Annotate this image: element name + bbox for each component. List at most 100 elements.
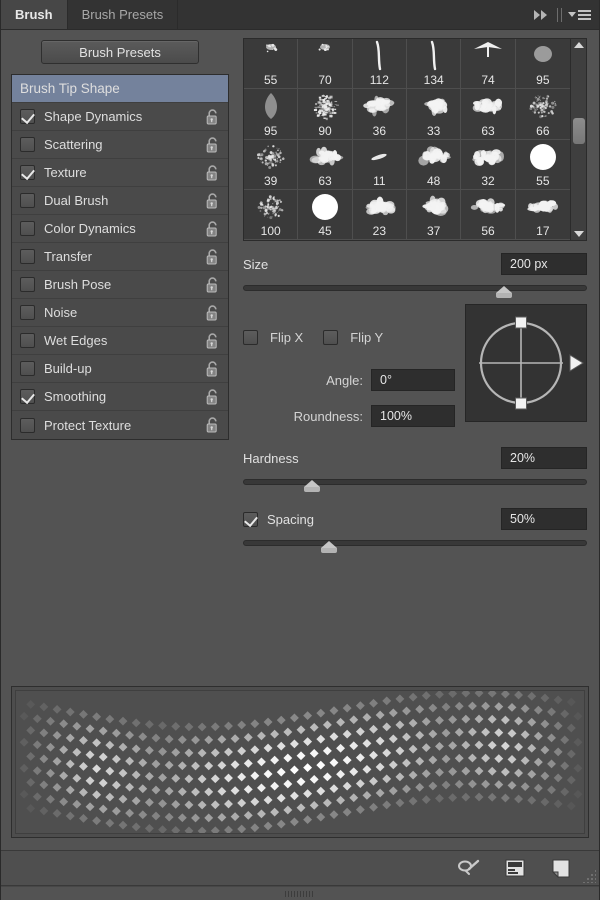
brush-preset-cell[interactable]: 90 <box>298 89 353 140</box>
sidebar-item-checkbox[interactable] <box>20 277 35 292</box>
spacing-slider-track[interactable] <box>243 540 587 546</box>
brush-preset-cell[interactable]: 36 <box>352 89 407 140</box>
lock-open-icon[interactable] <box>206 388 220 405</box>
size-input[interactable]: 200 px <box>501 253 587 275</box>
sidebar-item-noise[interactable]: Noise <box>12 299 228 327</box>
brush-preset-cell[interactable]: 112 <box>352 39 407 90</box>
spacing-slider[interactable] <box>243 537 587 553</box>
lock-open-icon[interactable] <box>206 360 220 377</box>
sidebar-item-checkbox[interactable] <box>20 305 35 320</box>
brush-preset-cell[interactable]: 74 <box>461 39 516 90</box>
brush-preset-cell[interactable]: 55 <box>515 140 570 190</box>
brush-preset-cell[interactable]: 95 <box>244 89 299 140</box>
brush-thumbnail-stroke-thin <box>353 39 406 73</box>
sidebar-item-checkbox[interactable] <box>20 333 35 348</box>
sidebar-item-label: Noise <box>44 305 78 320</box>
spacing-input[interactable]: 50% <box>501 508 587 530</box>
sidebar-item-checkbox[interactable] <box>20 109 35 124</box>
sidebar-item-brush-tip-shape[interactable]: Brush Tip Shape <box>12 75 228 103</box>
brush-preset-cell[interactable]: 39 <box>244 139 299 190</box>
lock-open-icon[interactable] <box>206 248 220 265</box>
panel-menu-icon[interactable] <box>568 9 591 20</box>
double-chevron-right-icon[interactable] <box>533 8 551 22</box>
panel-header-controls <box>525 0 599 29</box>
flip-y-checkbox[interactable] <box>323 330 339 345</box>
sidebar-item-checkbox[interactable] <box>20 389 35 404</box>
brush-preset-cell[interactable]: 37 <box>406 189 462 240</box>
lock-open-icon[interactable] <box>206 220 220 237</box>
sidebar-item-brush-pose[interactable]: Brush Pose <box>12 271 228 299</box>
lock-open-icon[interactable] <box>206 164 220 181</box>
panel-drag-grip[interactable] <box>1 886 599 900</box>
sidebar-item-scattering[interactable]: Scattering <box>12 131 228 159</box>
size-slider-knob[interactable] <box>496 286 513 298</box>
brush-preset-cell[interactable]: 134 <box>406 39 462 90</box>
sidebar-item-color-dynamics[interactable]: Color Dynamics <box>12 215 228 243</box>
open-preset-manager-icon[interactable] <box>503 857 527 879</box>
sidebar-item-transfer[interactable]: Transfer <box>12 243 228 271</box>
brush-preset-cell[interactable]: 23 <box>352 189 407 240</box>
lock-open-icon[interactable] <box>206 108 220 125</box>
brush-size-label: 17 <box>536 224 550 238</box>
brush-preset-cell[interactable]: 11 <box>352 139 407 190</box>
brush-preset-cell[interactable]: 95 <box>515 39 570 90</box>
hardness-slider[interactable] <box>243 476 587 492</box>
brush-preset-cell[interactable]: 100 <box>244 189 299 240</box>
brush-preset-cell[interactable]: 55 <box>244 39 299 90</box>
sidebar-item-checkbox[interactable] <box>20 137 35 152</box>
brush-size-label: 74 <box>481 73 495 88</box>
hardness-label: Hardness <box>243 450 299 466</box>
sidebar-item-texture[interactable]: Texture <box>12 159 228 187</box>
create-new-brush-icon[interactable] <box>549 857 573 879</box>
brush-preset-grid[interactable]: 55 70 112 134 74 95 95 90 36 33 63 66 39… <box>244 39 570 240</box>
spacing-slider-knob[interactable] <box>321 541 337 553</box>
lock-open-icon[interactable] <box>206 276 220 293</box>
brush-preset-cell[interactable]: 63 <box>461 89 516 140</box>
hardness-slider-knob[interactable] <box>303 480 320 492</box>
brush-thumbnail-speckle-scatter <box>244 140 297 174</box>
brush-preset-cell[interactable]: 63 <box>298 139 353 190</box>
sidebar-item-checkbox[interactable] <box>20 221 35 236</box>
brush-preset-cell[interactable]: 56 <box>461 189 516 240</box>
hardness-input[interactable]: 20% <box>501 447 587 469</box>
roundness-input[interactable]: 100% <box>371 405 455 427</box>
brush-preset-cell[interactable]: 70 <box>298 39 353 90</box>
sidebar-item-protect-texture[interactable]: Protect Texture <box>12 411 228 439</box>
sidebar-item-smoothing[interactable]: Smoothing <box>12 383 228 411</box>
size-slider[interactable] <box>243 282 587 298</box>
hardness-slider-track[interactable] <box>243 479 587 485</box>
brush-preset-cell[interactable]: 33 <box>406 89 462 140</box>
toggle-brush-settings-icon[interactable] <box>457 857 481 879</box>
sidebar-item-checkbox[interactable] <box>20 193 35 208</box>
lock-open-icon[interactable] <box>206 192 220 209</box>
sidebar-item-checkbox[interactable] <box>20 361 35 376</box>
brush-grid-scrollbar[interactable] <box>570 39 586 240</box>
scrollbar-thumb[interactable] <box>573 117 585 144</box>
angle-input[interactable]: 0° <box>371 369 455 391</box>
scrollbar-track[interactable] <box>571 48 586 231</box>
tab-brush-presets[interactable]: Brush Presets <box>67 0 179 29</box>
lock-open-icon[interactable] <box>206 304 220 321</box>
tab-brush[interactable]: Brush <box>1 0 68 29</box>
angle-roundness-dial[interactable] <box>465 304 587 422</box>
sidebar-item-checkbox[interactable] <box>20 165 35 180</box>
lock-open-icon[interactable] <box>206 417 220 433</box>
spacing-checkbox[interactable] <box>243 511 258 527</box>
sidebar-item-checkbox[interactable] <box>20 417 35 433</box>
brush-preset-cell[interactable]: 48 <box>406 139 462 190</box>
brush-preset-cell[interactable]: 32 <box>461 139 516 190</box>
sidebar-item-shape-dynamics[interactable]: Shape Dynamics <box>12 103 228 131</box>
lock-open-icon[interactable] <box>206 136 220 153</box>
brush-preset-cell[interactable]: 66 <box>515 89 570 140</box>
lock-open-icon[interactable] <box>206 332 220 349</box>
sidebar-item-checkbox[interactable] <box>20 249 35 264</box>
sidebar-item-wet-edges[interactable]: Wet Edges <box>12 327 228 355</box>
flip-x-checkbox[interactable] <box>243 330 258 345</box>
brush-preset-cell[interactable]: 17 <box>515 190 570 240</box>
brush-preset-cell[interactable]: 45 <box>298 189 353 240</box>
size-slider-track[interactable] <box>243 285 587 291</box>
brush-presets-button[interactable]: Brush Presets <box>41 40 199 64</box>
sidebar-item-dual-brush[interactable]: Dual Brush <box>12 187 228 215</box>
scroll-down-arrow[interactable] <box>573 231 584 237</box>
sidebar-item-build-up[interactable]: Build-up <box>12 355 228 383</box>
